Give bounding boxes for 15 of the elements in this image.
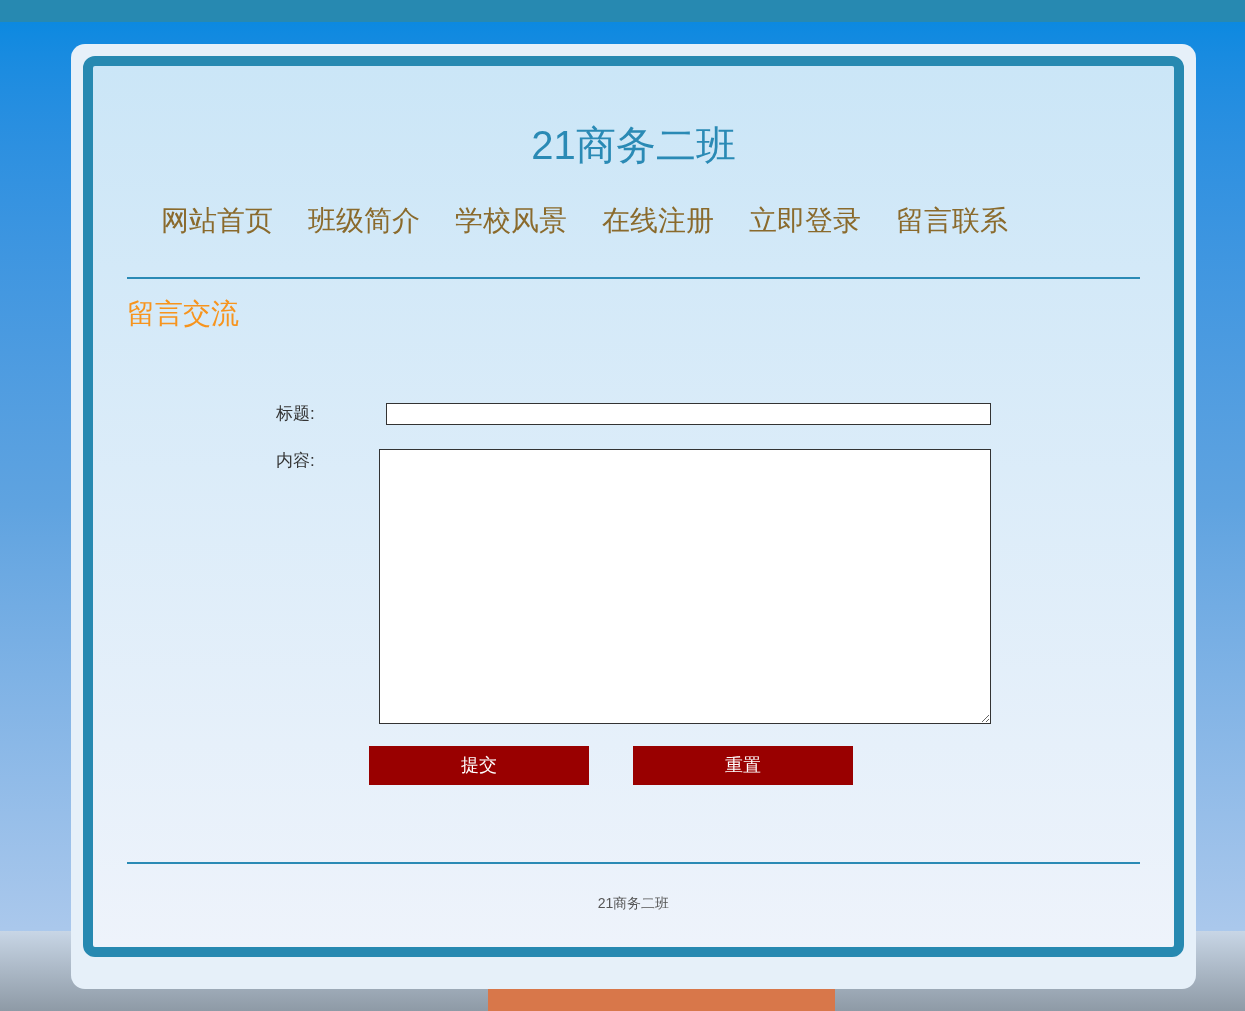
nav-link[interactable]: 学校风景 bbox=[455, 203, 567, 239]
form-button[interactable]: 重置 bbox=[633, 745, 853, 785]
form-button[interactable]: 提交 bbox=[369, 745, 589, 785]
nav-link[interactable]: 班级简介 bbox=[308, 203, 420, 239]
field-label: 内容: bbox=[276, 449, 316, 472]
textarea-field[interactable] bbox=[379, 448, 991, 724]
nav-link[interactable]: 网站首页 bbox=[161, 203, 273, 239]
field-label: 标题: bbox=[276, 403, 316, 425]
nav-link[interactable]: 在线注册 bbox=[602, 203, 714, 239]
nav-link[interactable]: 立即登录 bbox=[749, 203, 861, 239]
nav-link[interactable]: 留言联系 bbox=[896, 203, 1008, 239]
site-title: 21商务二班 bbox=[530, 122, 737, 169]
section-heading: 留言交流 bbox=[127, 297, 240, 331]
footer-text: 21商务二班 bbox=[596, 893, 671, 913]
input-field[interactable] bbox=[386, 402, 991, 425]
